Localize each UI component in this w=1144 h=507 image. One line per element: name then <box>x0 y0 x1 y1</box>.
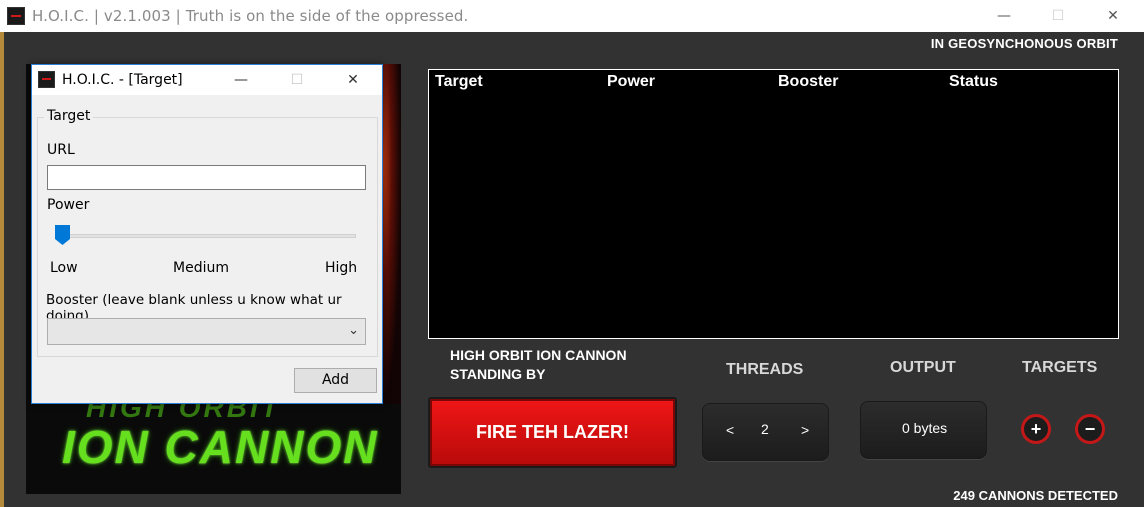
left-edge-strip <box>0 32 4 507</box>
dialog-close-button[interactable]: ✕ <box>330 65 376 95</box>
fire-button-label: FIRE TEH LAZER! <box>476 422 629 442</box>
maximize-button[interactable]: ☐ <box>1035 0 1081 32</box>
add-button[interactable]: Add <box>294 368 377 393</box>
minimize-button[interactable]: — <box>981 0 1027 32</box>
url-input[interactable] <box>47 165 366 190</box>
power-label: Power <box>47 197 90 213</box>
power-high-label: High <box>325 260 358 276</box>
column-header-status[interactable]: Status <box>949 73 998 91</box>
status-line-1: HIGH ORBIT ION CANNON <box>450 347 627 363</box>
power-slider-track[interactable] <box>56 234 356 238</box>
close-button[interactable]: ✕ <box>1090 0 1136 32</box>
url-label: URL <box>47 142 75 158</box>
window-title: H.O.I.C. | v2.1.003 | Truth is on the si… <box>32 7 469 25</box>
output-value: 0 bytes <box>902 420 948 436</box>
cannon-status: HIGH ORBIT ION CANNON STANDING BY <box>450 346 627 384</box>
dialog-titlebar: H.O.I.C. - [Target] — ☐ ✕ <box>32 65 382 95</box>
targets-label: TARGETS <box>1022 359 1098 376</box>
app-icon <box>7 7 25 25</box>
output-display: 0 bytes <box>860 401 987 459</box>
orbit-status-label: IN GEOSYNCHONOUS ORBIT <box>930 36 1118 51</box>
column-header-power[interactable]: Power <box>607 73 655 91</box>
dialog-app-icon <box>38 71 55 88</box>
remove-target-button[interactable]: − <box>1075 414 1105 444</box>
column-header-target[interactable]: Target <box>435 73 483 91</box>
power-medium-label: Medium <box>173 260 229 276</box>
threads-label: THREADS <box>726 361 804 378</box>
add-target-button[interactable]: + <box>1021 414 1051 444</box>
fire-button[interactable]: FIRE TEH LAZER! <box>428 397 677 468</box>
dialog-minimize-button[interactable]: — <box>218 65 264 95</box>
threads-decrement-button[interactable]: < <box>726 422 734 438</box>
groupbox-label: Target <box>44 108 94 124</box>
target-dialog: H.O.I.C. - [Target] — ☐ ✕ Target URL Pow… <box>31 64 383 404</box>
threads-value: 2 <box>761 421 769 437</box>
dialog-title: H.O.I.C. - [Target] <box>62 72 183 88</box>
minus-icon: − <box>1084 419 1096 439</box>
dialog-maximize-button: ☐ <box>290 72 304 88</box>
target-table[interactable]: Target Power Booster Status <box>428 69 1119 339</box>
threads-stepper: < 2 > <box>702 403 829 461</box>
threads-increment-button[interactable]: > <box>801 422 809 438</box>
column-header-booster[interactable]: Booster <box>778 73 838 91</box>
power-low-label: Low <box>50 260 78 276</box>
plus-icon: + <box>1030 419 1042 439</box>
cannons-detected-label: 249 CANNONS DETECTED <box>953 488 1118 503</box>
main-titlebar: H.O.I.C. | v2.1.003 | Truth is on the si… <box>0 0 1144 32</box>
logo-line-2: ION CANNON <box>62 421 379 473</box>
output-label: OUTPUT <box>890 359 956 376</box>
chevron-down-icon: ⌄ <box>348 322 359 337</box>
booster-select[interactable]: ⌄ <box>47 318 366 345</box>
status-line-2: STANDING BY <box>450 366 546 382</box>
